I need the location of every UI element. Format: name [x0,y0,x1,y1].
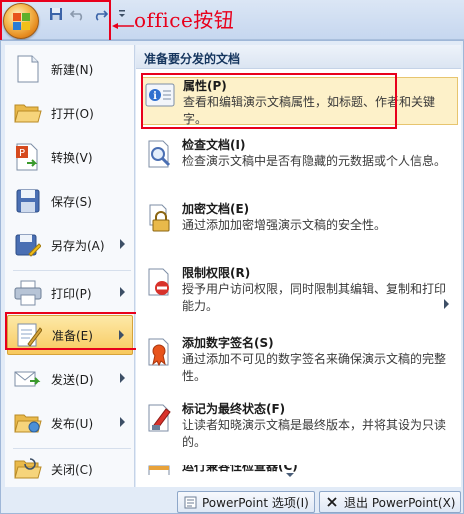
submenu-item-inspect-document[interactable]: 检查文档(I) 检查演示文稿中是否有隐藏的元数据或个人信息。 [142,137,458,181]
menu-item-label: 关闭(C) [51,462,93,477]
options-icon [183,495,197,509]
submenu-item-mark-final[interactable]: 标记为最终状态(F) 让读者知晓演示文稿是最终版本，并将其设为只读的。 [142,401,458,453]
submenu-item-desc: 通过添加加密增强演示文稿的安全性。 [182,218,387,232]
annotation-office-label: office按钮 [134,8,235,32]
submenu-item-desc: 检查演示文稿中是否有隐藏的元数据或个人信息。 [182,154,447,168]
svg-text:P: P [19,148,25,159]
menu-item-label: 发布(U) [51,416,94,431]
menu-item-label: 另存为(A) [51,238,105,253]
menu-item-open[interactable]: 打开(O) [7,93,133,133]
menu-item-convert[interactable]: P 转换(V) [7,137,133,177]
submenu-arrow-icon [120,373,125,383]
menu-item-label: 转换(V) [51,150,93,165]
submenu-item-title: 标记为最终状态(F) [182,402,286,416]
submenu-item-desc: 通过添加不可见的数字签名来确保演示文稿的完整性。 [182,352,447,383]
exit-label: 退出 PowerPoint(X) [344,495,456,510]
submenu-item-desc: 授予用户访问权限，同时限制其编辑、复制和打印能力。 [182,282,447,313]
office-menu: 新建(N) 打开(O) P 转换(V) 保存(S) 另存为(A) 打印(P) 准… [0,40,464,514]
submenu-item-desc: 让读者知晓演示文稿是最终版本，并将其设为只读的。 [182,418,447,449]
inspect-document-icon [142,137,176,171]
annotation-arrow-icon [112,23,134,29]
submenu-item-compatibility-checker[interactable]: 运行兼容性检查器(C) [142,465,458,475]
menu-item-label: 保存(S) [51,194,92,209]
menu-item-label: 发送(D) [51,372,94,387]
annotation-box-prepare [5,312,138,350]
submenu-item-restrict-permission[interactable]: 限制权限(R) 授予用户访问权限，同时限制其编辑、复制和打印能力。 [142,265,458,313]
submenu-arrow-icon [120,417,125,427]
powerpoint-options-button[interactable]: PowerPoint 选项(I) [177,491,315,513]
submenu-arrow-icon [120,287,125,297]
submenu-item-digital-signature[interactable]: 添加数字签名(S) 通过添加不可见的数字签名来确保演示文稿的完整性。 [142,335,458,383]
submenu-item-title: 加密文档(E) [182,202,250,216]
convert-icon: P [13,142,43,172]
open-folder-icon [13,98,43,128]
annotation-box-office [0,0,111,44]
encrypt-lock-icon [142,201,176,235]
scroll-down-icon[interactable] [286,473,294,477]
exit-powerpoint-button[interactable]: 退出 PowerPoint(X) [319,491,462,513]
submenu-arrow-icon [120,239,125,249]
menu-item-publish[interactable]: 发布(U) [7,403,133,443]
submenu-item-title: 限制权限(R) [182,266,251,280]
annotation-box-properties [141,73,397,129]
divider [13,270,131,271]
customize-icon[interactable] [114,6,130,22]
submenu-item-title: 检查文档(I) [182,138,246,152]
save-as-icon [13,230,43,260]
floppy-disk-icon [13,186,43,216]
restrict-permission-icon [142,265,176,299]
menu-item-save[interactable]: 保存(S) [7,181,133,221]
left-command-pane: 新建(N) 打开(O) P 转换(V) 保存(S) 另存为(A) 打印(P) 准… [5,45,135,487]
menu-item-close[interactable]: 关闭(C) [7,449,133,489]
submenu-item-encrypt-document[interactable]: 加密文档(E) 通过添加加密增强演示文稿的安全性。 [142,201,458,245]
digital-signature-icon [142,335,176,369]
menu-item-label: 打印(P) [51,286,92,301]
submenu-header: 准备要分发的文档 [136,45,461,69]
mark-final-icon [142,401,176,435]
close-icon [325,495,339,509]
publish-icon [13,408,43,438]
new-document-icon [13,54,43,84]
close-folder-icon [13,454,43,484]
compatibility-checker-icon [142,465,176,475]
menu-item-send[interactable]: 发送(D) [7,359,133,399]
menu-item-new[interactable]: 新建(N) [7,49,133,89]
printer-icon [13,278,43,308]
menu-footer: PowerPoint 选项(I) 退出 PowerPoint(X) [1,489,464,514]
submenu-item-title: 添加数字签名(S) [182,336,274,350]
send-icon [13,364,43,394]
menu-item-save-as[interactable]: 另存为(A) [7,225,133,265]
options-label: PowerPoint 选项(I) [202,495,309,510]
submenu-arrow-icon [444,299,449,309]
submenu-item-title: 运行兼容性检查器(C) [182,465,298,473]
menu-item-print[interactable]: 打印(P) [7,273,133,313]
menu-item-label: 打开(O) [51,106,94,121]
menu-item-label: 新建(N) [51,62,94,77]
